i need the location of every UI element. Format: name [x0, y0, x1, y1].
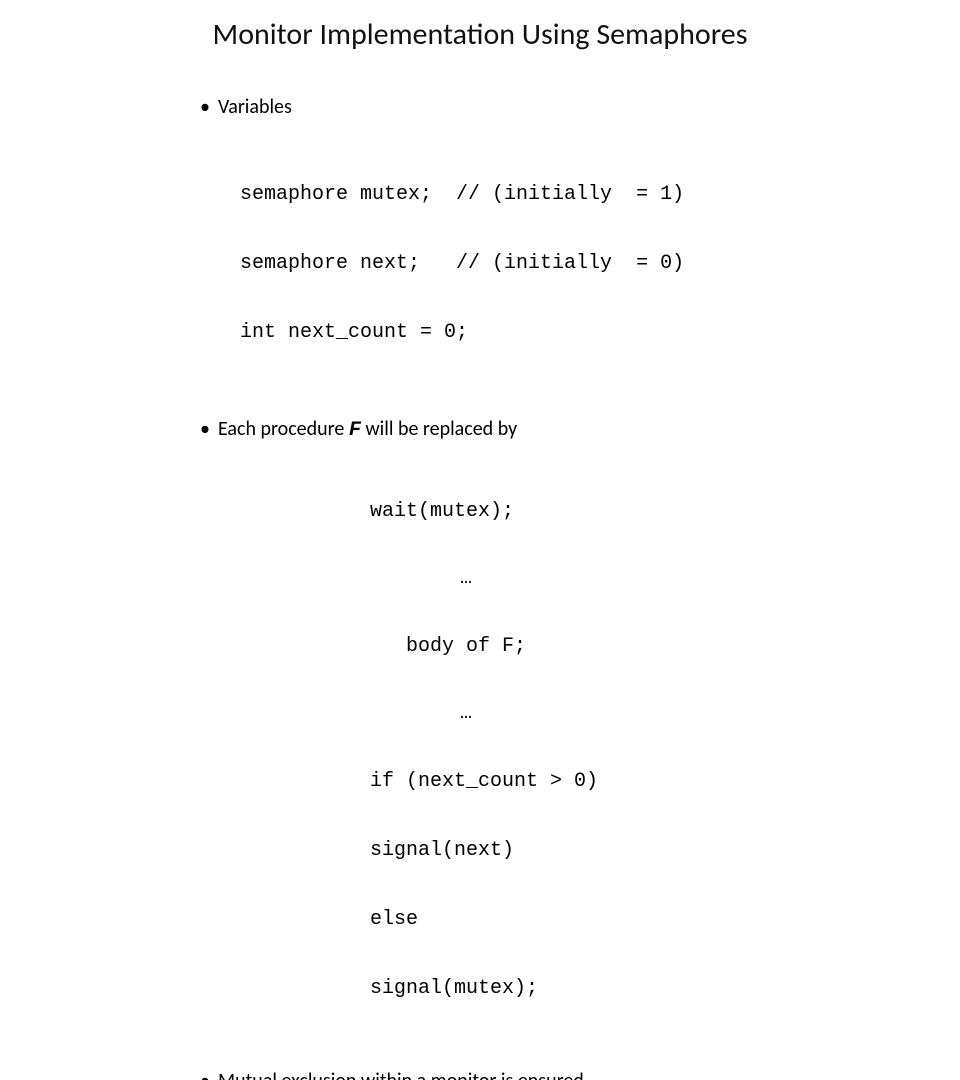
identifier-F: F — [349, 419, 361, 442]
code-line: signal(mutex); — [370, 977, 900, 1000]
code-line: int next_count = 0; — [240, 321, 900, 344]
ellipsis: … — [460, 704, 900, 724]
code-procedure-block: wait(mutex); … body of F; … if (next_cou… — [370, 454, 900, 1046]
code-line: semaphore next; // (initially = 0) — [240, 252, 900, 275]
code-line: signal(next) — [370, 839, 900, 862]
slide-title: Monitor Implementation Using Semaphores — [0, 16, 960, 53]
code-line: else — [370, 908, 900, 931]
bullet-mutual-exclusion: Mutual exclusion within a monitor is ens… — [200, 1070, 900, 1080]
code-line: semaphore mutex; // (initially = 1) — [240, 183, 900, 206]
slide-content: Variables semaphore mutex; // (initially… — [200, 96, 900, 1080]
text: Each procedure — [218, 417, 349, 441]
ellipsis: … — [460, 569, 900, 589]
code-line: if (next_count > 0) — [370, 770, 900, 793]
code-line: wait(mutex); — [370, 500, 900, 523]
slide: Monitor Implementation Using Semaphores … — [0, 0, 960, 540]
text: will be replaced by — [361, 417, 517, 441]
code-line: body of F; — [370, 635, 900, 658]
code-variables-block: semaphore mutex; // (initially = 1) sema… — [240, 137, 900, 390]
bullet-each-procedure: Each procedure F will be replaced by — [200, 418, 900, 442]
bullet-variables: Variables — [200, 96, 900, 119]
